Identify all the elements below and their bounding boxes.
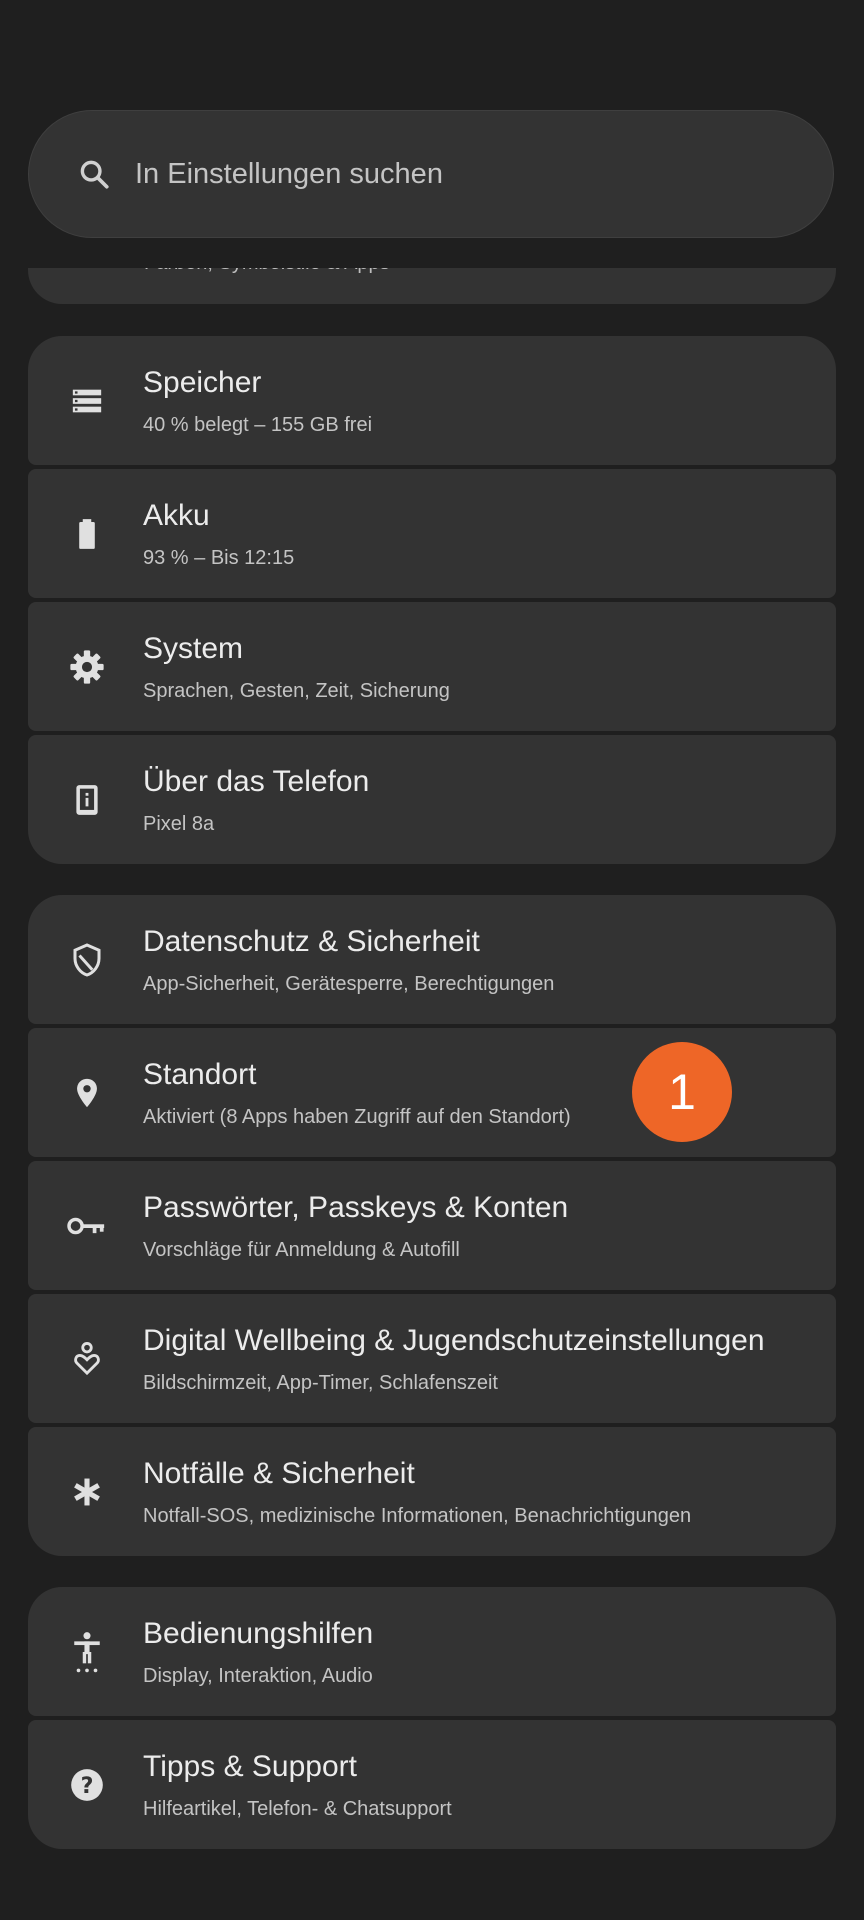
settings-item-emergency[interactable]: Notfälle & Sicherheit Notfall-SOS, mediz… (28, 1427, 836, 1556)
settings-item-subtitle: 40 % belegt – 155 GB frei (143, 414, 373, 436)
settings-item-subtitle: Pixel 8a (143, 813, 215, 835)
phone-info-icon (66, 779, 108, 821)
search-icon (75, 155, 113, 193)
asterisk-icon (66, 1471, 108, 1513)
settings-item-subtitle: 93 % – Bis 12:15 (143, 547, 295, 569)
settings-item-title: Standort (143, 1058, 257, 1091)
settings-item-subtitle: Bildschirmzeit, App-Timer, Schlafenszeit (143, 1372, 498, 1394)
shield-icon (66, 939, 108, 981)
settings-item-title: Akku (143, 499, 210, 532)
settings-item-title: Digital Wellbeing & Jugendschutzeinstell… (143, 1324, 765, 1357)
settings-item-accessibility[interactable]: Bedienungshilfen Display, Interaktion, A… (28, 1587, 836, 1716)
settings-item-system[interactable]: System Sprachen, Gesten, Zeit, Sicherung (28, 602, 836, 731)
svg-text:?: ? (81, 1772, 94, 1798)
settings-item-passwords[interactable]: Passwörter, Passkeys & Konten Vorschläge… (28, 1161, 836, 1290)
settings-item-battery[interactable]: Akku 93 % – Bis 12:15 (28, 469, 836, 598)
settings-item-subtitle: Notfall-SOS, medizinische Informationen,… (143, 1505, 692, 1527)
settings-item-privacy-security[interactable]: Datenschutz & Sicherheit App-Sicherheit,… (28, 895, 836, 1024)
settings-item-about-phone[interactable]: Über das Telefon Pixel 8a (28, 735, 836, 864)
settings-item-title: System (143, 632, 244, 665)
settings-item-subtitle: App-Sicherheit, Gerätesperre, Berechtigu… (143, 973, 555, 995)
annotation-badge: 1 (632, 1042, 732, 1142)
battery-icon (66, 513, 108, 555)
settings-item-subtitle: Sprachen, Gesten, Zeit, Sicherung (143, 680, 450, 702)
gear-icon (66, 646, 108, 688)
settings-item-title: Notfälle & Sicherheit (143, 1457, 415, 1490)
settings-item-title: Datenschutz & Sicherheit (143, 925, 480, 958)
settings-item-title: Über das Telefon (143, 765, 370, 798)
settings-item-storage[interactable]: Speicher 40 % belegt – 155 GB frei (28, 336, 836, 465)
storage-icon (66, 380, 108, 422)
help-icon: ? (66, 1764, 108, 1806)
settings-group-help: Bedienungshilfen Display, Interaktion, A… (28, 1587, 836, 1849)
settings-item-digital-wellbeing[interactable]: Digital Wellbeing & Jugendschutzeinstell… (28, 1294, 836, 1423)
settings-item-title: Bedienungshilfen (143, 1617, 374, 1650)
settings-item-subtitle: Aktiviert (8 Apps haben Zugriff auf den … (143, 1106, 571, 1128)
settings-group-privacy: Datenschutz & Sicherheit App-Sicherheit,… (28, 895, 836, 1556)
settings-item-subtitle: Vorschläge für Anmeldung & Autofill (143, 1239, 460, 1261)
settings-item-subtitle: Display, Interaktion, Audio (143, 1665, 373, 1687)
settings-item-title: Passwörter, Passkeys & Konten (143, 1191, 569, 1224)
settings-item-title: Speicher (143, 366, 262, 399)
location-pin-icon (66, 1072, 108, 1114)
settings-screen: Farben, Symbolstile & Apps In Einstellun… (0, 0, 864, 1920)
search-placeholder: In Einstellungen suchen (135, 157, 443, 190)
settings-item-tips-support[interactable]: ? Tipps & Support Hilfeartikel, Telefon-… (28, 1720, 836, 1849)
search-bar[interactable]: In Einstellungen suchen (28, 110, 834, 238)
accessibility-icon (66, 1631, 108, 1673)
settings-item-title: Tipps & Support (143, 1750, 357, 1783)
settings-item-subtitle: Hilfeartikel, Telefon- & Chatsupport (143, 1798, 452, 1820)
key-icon (66, 1205, 108, 1247)
wellbeing-icon (66, 1338, 108, 1380)
settings-group-device: Speicher 40 % belegt – 155 GB frei Akku … (28, 336, 836, 864)
